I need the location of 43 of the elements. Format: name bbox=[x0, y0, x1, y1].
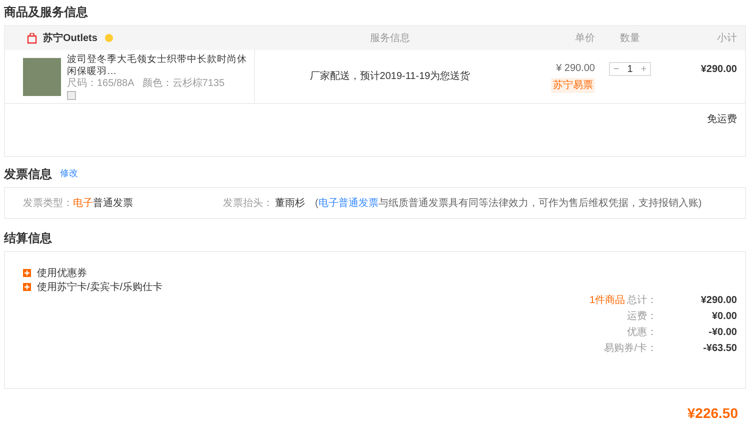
invoice-header-label: 发票抬头： bbox=[223, 196, 273, 210]
invoice-link[interactable]: 电子普通发票 bbox=[318, 198, 378, 208]
plus-icon[interactable] bbox=[23, 269, 31, 277]
store-name: 苏宁Outlets bbox=[43, 31, 98, 46]
minus-button[interactable]: − bbox=[613, 62, 620, 76]
delivery-info: 厂家配送，预计2019-11-19为您送货 bbox=[310, 70, 470, 84]
option-label: 使用优惠券 bbox=[37, 266, 87, 280]
shop-bag-icon bbox=[27, 32, 37, 44]
summary-value: -¥63.50 bbox=[702, 342, 737, 356]
summary-value: ¥0.00 bbox=[710, 310, 737, 324]
plus-icon[interactable] bbox=[23, 283, 31, 291]
summary-label: 总计： bbox=[627, 294, 657, 308]
invoice-type-label: 发票类型： bbox=[23, 196, 73, 210]
product-size: 尺码：165/88A bbox=[67, 78, 134, 90]
item-count: 1件商品 bbox=[589, 294, 625, 308]
plus-button[interactable]: + bbox=[640, 62, 647, 76]
column-header: 单价 bbox=[575, 32, 595, 44]
payable-amount: ¥226.50 bbox=[687, 404, 738, 423]
subtotal: ¥290.00 bbox=[700, 64, 737, 75]
quantity-value: 1 bbox=[627, 62, 633, 76]
photo-placeholder bbox=[23, 58, 61, 96]
quantity-stepper[interactable]: − 1 + bbox=[609, 62, 651, 76]
column-header: 数量 bbox=[620, 32, 640, 44]
product-name: 波司登冬季大毛领女士织带中长款时尚休闲保暖羽… bbox=[67, 54, 248, 78]
summary-value: -¥0.00 bbox=[708, 326, 737, 340]
summary-label: 运费： bbox=[627, 310, 657, 324]
section-title: 发票信息 bbox=[4, 166, 52, 183]
summary-value: ¥290.00 bbox=[700, 294, 737, 308]
section-title: 结算信息 bbox=[4, 230, 53, 247]
shipping-fee: 免运费 bbox=[707, 114, 737, 125]
column-header: 小计 bbox=[717, 32, 737, 44]
column-header: 服务信息 bbox=[370, 32, 410, 44]
invoice-header: 董雨杉 bbox=[275, 196, 305, 210]
section-title: 商品及服务信息 bbox=[4, 4, 89, 21]
unit-price: ¥ 290.00 bbox=[556, 62, 595, 76]
summary-label: 优惠： bbox=[627, 326, 657, 340]
price-tag: 苏宁易票 bbox=[551, 78, 595, 92]
edit-link[interactable]: 修改 bbox=[60, 167, 78, 181]
invoice-note: (电子普通发票与纸质普通发票具有同等法律效力，可作为售后维权凭据，支持报销入账) bbox=[315, 196, 702, 210]
summary-label: 易购券/卡： bbox=[604, 342, 657, 356]
option-label: 使用苏宁卡/卖宾卡/乐购仕卡 bbox=[37, 280, 163, 294]
invoice-type: 电子普通发票 bbox=[73, 196, 133, 210]
product-color: 颜色：云杉棕7135 bbox=[142, 78, 225, 90]
